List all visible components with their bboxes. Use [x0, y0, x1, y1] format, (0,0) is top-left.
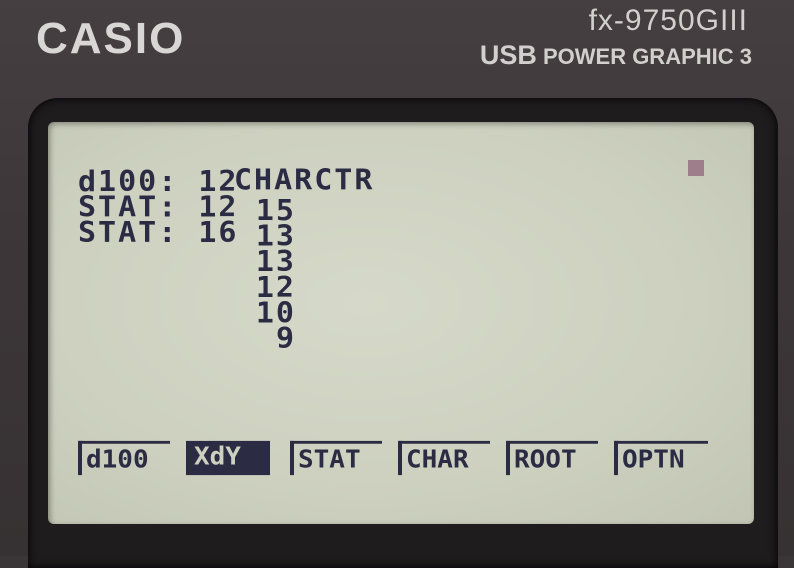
fkey-root[interactable]: ROOT: [506, 440, 598, 476]
model-name: fx-9750GIII: [588, 4, 748, 37]
stat-line: STAT: 16: [78, 216, 239, 250]
fkey-stat[interactable]: STAT: [290, 440, 382, 476]
fkey-d100[interactable]: d100: [78, 440, 170, 476]
character-header: CHARCTR: [234, 163, 375, 198]
brand-logo: CASIO: [36, 14, 186, 63]
model-subtitle: USB POWER GRAPHIC 3: [480, 40, 752, 71]
subtitle-power-graphic: POWER GRAPHIC 3: [542, 44, 752, 69]
fkey-xdy[interactable]: XdY: [186, 440, 270, 476]
value-row: 9: [275, 322, 296, 356]
character-values: 15 13 13 12 10 9: [238, 197, 296, 356]
fkey-optn[interactable]: OPTN: [614, 440, 708, 476]
subtitle-usb: USB: [479, 40, 537, 70]
fkey-char[interactable]: CHAR: [398, 440, 490, 476]
stat-list: d100: 12 STAT: 12 STAT: 16: [78, 168, 239, 250]
busy-indicator-icon: [688, 160, 704, 176]
function-key-bar: d100 XdY STAT CHAR ROOT OPTN: [78, 440, 710, 476]
